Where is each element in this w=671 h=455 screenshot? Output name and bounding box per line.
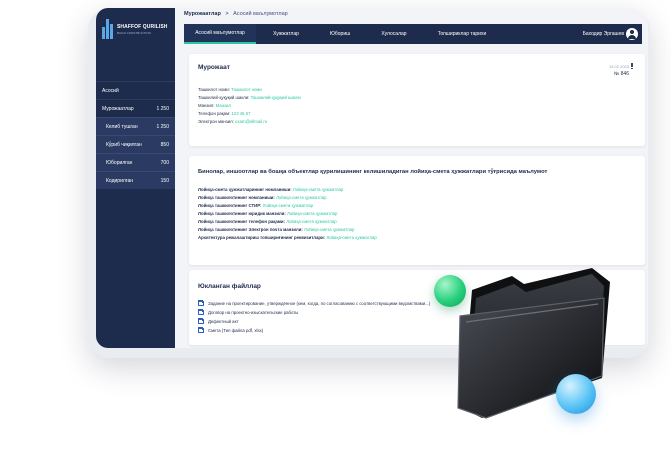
info-row: Архитектура режалаштириш топшириғининг р… (198, 235, 377, 240)
breadcrumb: Мурожаатлар > Асосий маълумотлар (184, 11, 288, 17)
card-title: Мурожаат (198, 64, 230, 71)
sidebar-item-received[interactable]: Келиб тушган 1 250 (96, 117, 175, 135)
sidebar-item-label: Кўриб чиқилган (106, 141, 142, 148)
info-row: Лойиҳа ташкилотининг Электрон почта манз… (198, 227, 355, 232)
top-tabs: Асосий маълумотлар Хужжатлар Юбориш Хуло… (184, 24, 642, 44)
info-row: Телефон рақам: 123 45 67 (198, 111, 251, 116)
file-item[interactable]: Смета (Тип файла pdf, xlsx) (198, 327, 263, 333)
logo[interactable]: SHAFFOF QURILISH BUILD CONSTRUCTION (102, 14, 172, 44)
sidebar: SHAFFOF QURILISH BUILD CONSTRUCTION Асос… (96, 8, 175, 348)
appeal-date: 15.02.2023 (608, 64, 629, 69)
appeal-card: Мурожаат 15.02.2023 № 846 Ташкилот номи:… (189, 54, 645, 146)
info-row: Лойиҳа ташкилотининг номланиши: Лойиҳа-с… (198, 195, 327, 200)
sidebar-item-reviewed[interactable]: Кўриб чиқилган 850 (96, 135, 175, 153)
breadcrumb-root[interactable]: Мурожаатлар (184, 11, 221, 17)
user-name: Баходир Эргашев (582, 31, 624, 37)
card-title: Бинолар, иншоотлар ва бошқа объектлар қу… (198, 169, 548, 175)
card-title: Юкланган файллар (198, 283, 261, 290)
sidebar-item-count: 850 (160, 141, 169, 148)
file-item[interactable]: Дефектный акт (198, 318, 238, 324)
sidebar-item-count: 150 (160, 177, 169, 184)
file-item[interactable]: Задание на проектирование, утверждённое … (198, 300, 430, 306)
appeal-number: № 846 (613, 71, 629, 77)
blue-orb (556, 374, 596, 414)
building-icon (102, 19, 113, 39)
sidebar-menu: Асосий Мурожаатлар 1 250 Келиб тушган 1 … (96, 81, 175, 189)
info-row: Лойиҳа-смета ҳужжатларининг номланиши: Л… (198, 187, 344, 192)
sidebar-item-appeals[interactable]: Мурожаатлар 1 250 (96, 99, 175, 117)
folder-icon (198, 327, 204, 333)
tab-send[interactable]: Юбориш (316, 24, 364, 44)
info-row: Ташкилий-ҳуқуқий шакли: Ташкилий-ҳуқуқий… (198, 95, 301, 100)
info-row: Лойиҳа ташкилотининг юридик манзили: Лой… (198, 211, 338, 216)
tab-main-info[interactable]: Асосий маълумотлар (184, 24, 256, 44)
sidebar-item-label: Мурожаатлар (102, 105, 134, 112)
tab-task-history[interactable]: Топшириклар тарихи (424, 24, 500, 44)
folder-icon (198, 309, 204, 315)
logo-title: SHAFFOF QURILISH (117, 23, 168, 30)
breadcrumb-current: Асосий маълумотлар (233, 11, 288, 17)
avatar-icon[interactable] (626, 28, 638, 40)
tab-documents[interactable]: Хужжатлар (256, 24, 316, 44)
sidebar-item-label: Асосий (102, 87, 119, 94)
sidebar-item-main[interactable]: Асосий (96, 81, 175, 99)
logo-subtitle: BUILD CONSTRUCTION (117, 30, 151, 35)
folder-icon (198, 300, 204, 306)
info-row: Электрон манзил: exam@ellmail.ru (198, 119, 268, 124)
sidebar-item-coded[interactable]: Кодирилган 150 (96, 171, 175, 189)
info-row: Ташкилот номи: Ташкилот номи (198, 87, 262, 92)
sidebar-item-label: Кодирилган (106, 177, 134, 184)
promo-stage: SHAFFOF QURILISH BUILD CONSTRUCTION Асос… (0, 0, 671, 455)
sidebar-item-count: 700 (160, 159, 169, 166)
more-options-icon[interactable] (631, 63, 633, 70)
folder-icon (198, 318, 204, 324)
sidebar-item-count: 1 250 (156, 105, 169, 112)
info-row: Лойиҳа ташкилотининг СТИР: Лойиҳа-смета … (198, 203, 314, 208)
info-row: Лойиҳа ташкилотининг телефон рақами: Лой… (198, 219, 337, 224)
sidebar-item-label: Юборилган (106, 159, 133, 166)
tab-conclusions[interactable]: Хулосалар (364, 24, 424, 44)
info-row: Манзил: Манзил (198, 103, 231, 108)
sidebar-item-count: 1 250 (156, 123, 169, 130)
file-item[interactable]: Договор на проектно-изыскательские работ… (198, 309, 298, 315)
sidebar-item-sent[interactable]: Юборилган 700 (96, 153, 175, 171)
user-menu[interactable]: Баходир Эргашев (582, 24, 638, 44)
sidebar-item-label: Келиб тушган (106, 123, 138, 130)
breadcrumb-separator: > (225, 11, 229, 17)
design-docs-card: Бинолар, иншоотлар ва бошқа объектлар қу… (189, 156, 645, 265)
